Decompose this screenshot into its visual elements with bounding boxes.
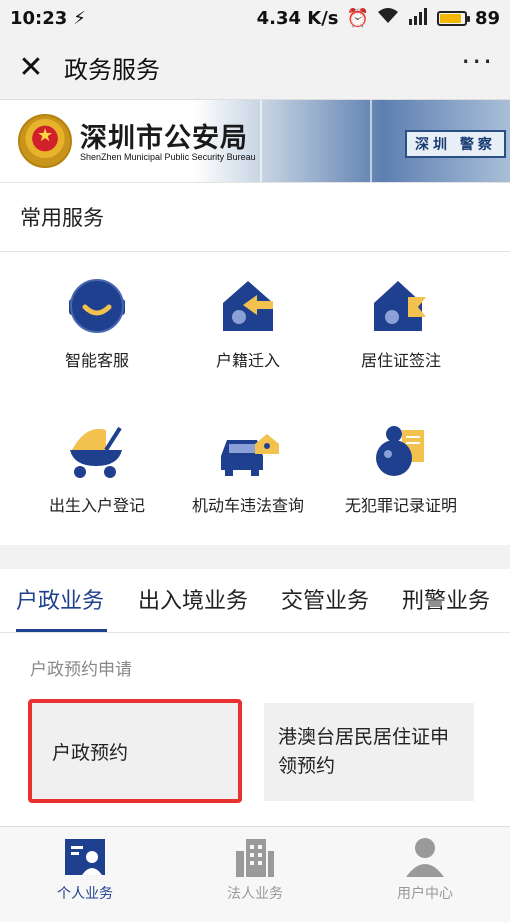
certificate-icon <box>376 426 424 476</box>
service-hukou-move-in[interactable]: 户籍迁入 <box>163 253 333 393</box>
wifi-icon <box>377 7 399 30</box>
banner-divider <box>260 100 262 182</box>
card-label: 港澳台居民居住证申领预约 <box>278 726 450 777</box>
bottom-navigation: 个人业务 法人业务 用户中心 <box>0 826 510 922</box>
tab-criminal[interactable]: 刑警业务 <box>402 583 490 615</box>
page-title: 政务服务 <box>64 56 160 84</box>
house-arrow-icon <box>223 281 273 331</box>
personal-card-icon <box>65 839 105 875</box>
network-speed: 4.34 K/s <box>256 7 339 29</box>
nav-label: 个人业务 <box>57 886 113 902</box>
banner-divider <box>370 100 372 182</box>
section-divider <box>0 545 510 569</box>
close-icon[interactable]: ✕ <box>16 52 46 83</box>
battery-icon <box>436 10 470 26</box>
hk-macao-taiwan-permit-card[interactable]: 港澳台居民居住证申领预约 <box>264 703 474 801</box>
service-no-criminal-record[interactable]: 无犯罪记录证明 <box>316 398 486 538</box>
police-emblem-icon <box>18 114 72 168</box>
tab-traffic[interactable]: 交管业务 <box>281 583 369 615</box>
active-tab-indicator <box>16 629 107 632</box>
nav-personal-business[interactable]: 个人业务 <box>0 837 170 903</box>
house-flag-icon <box>374 281 426 331</box>
business-tabs: 户政业务 出入境业务 交管业务 刑警业务 <box>0 569 510 633</box>
card-label: 户政预约 <box>52 741 129 764</box>
title-bar: ✕ 政务服务 ··· <box>0 36 510 100</box>
service-birth-registration[interactable]: 出生入户登记 <box>12 398 182 538</box>
common-services-heading: 常用服务 <box>0 182 510 252</box>
service-vehicle-violation[interactable]: 机动车违法查询 <box>163 398 333 538</box>
service-label: 出生入户登记 <box>48 496 145 515</box>
baby-stroller-icon <box>70 426 122 478</box>
user-icon <box>406 838 444 877</box>
service-grid: 智能客服 户籍迁入 居住证签注 出生入户登记 机动车违法查询 无犯罪记录证明 <box>0 253 510 545</box>
nav-corporate-business[interactable]: 法人业务 <box>170 837 340 903</box>
battery-percent: 89 <box>474 7 500 29</box>
service-label: 机动车违法查询 <box>191 496 304 515</box>
service-label: 无犯罪记录证明 <box>344 496 457 515</box>
service-customer-service[interactable]: 智能客服 <box>12 253 182 393</box>
alarm-icon: ⏰ <box>346 7 369 29</box>
tab-household[interactable]: 户政业务 <box>16 583 104 615</box>
charging-bolt-icon: ⚡ <box>73 7 86 29</box>
org-name: 深圳市公安局 <box>80 123 248 154</box>
service-label: 智能客服 <box>64 351 129 370</box>
more-dots-icon[interactable]: ··· <box>461 45 494 78</box>
household-appointment-card[interactable]: 户政预约 <box>28 699 242 803</box>
banner-sign: 深圳 警察 <box>405 130 506 158</box>
service-residence-permit[interactable]: 居住证签注 <box>316 253 486 393</box>
service-label: 户籍迁入 <box>215 351 280 370</box>
status-time: 10:23 <box>10 7 68 29</box>
status-bar: 10:23 ⚡ 4.34 K/s ⏰ 89 <box>0 0 510 36</box>
nav-label: 用户中心 <box>397 886 453 902</box>
header-banner: 深圳市公安局 ShenZhen Municipal Public Securit… <box>0 100 510 182</box>
tab-exit-entry[interactable]: 出入境业务 <box>138 583 248 615</box>
org-name-en: ShenZhen Municipal Public Security Burea… <box>80 152 256 162</box>
nav-label: 法人业务 <box>227 886 283 902</box>
service-label: 居住证签注 <box>360 351 441 370</box>
customer-service-icon <box>69 279 125 333</box>
building-icon <box>236 839 274 877</box>
subsection-title: 户政预约申请 <box>30 660 132 680</box>
nav-user-center[interactable]: 用户中心 <box>340 837 510 903</box>
car-icon <box>221 434 279 476</box>
signal-icon <box>407 7 429 30</box>
